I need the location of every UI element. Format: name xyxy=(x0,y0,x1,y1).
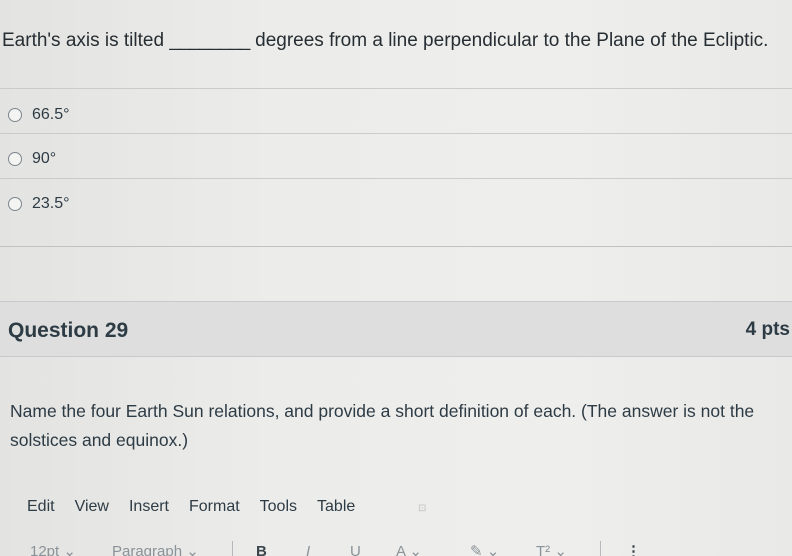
question-text-before: Earth's axis is tilted xyxy=(2,30,165,51)
menu-insert[interactable]: Insert xyxy=(129,498,169,516)
radio-button[interactable] xyxy=(8,197,22,211)
highlight-icon[interactable]: ✎ ⌄ xyxy=(470,542,499,556)
answer-blank: ________ xyxy=(169,30,250,51)
question-28-text: Earth's axis is tilted ________ degrees … xyxy=(2,30,768,52)
fullscreen-icon[interactable]: ⊡ xyxy=(418,503,426,514)
answer-label: 90° xyxy=(32,150,57,167)
toolbar-separator xyxy=(600,541,601,556)
font-size-select[interactable]: 12pt ⌄ xyxy=(30,542,76,556)
menu-table[interactable]: Table xyxy=(317,498,355,516)
bold-button[interactable]: B xyxy=(256,543,267,556)
answer-option-1[interactable]: 66.5° xyxy=(8,106,70,124)
answer-label: 23.5° xyxy=(32,195,70,212)
divider xyxy=(0,178,792,179)
answer-option-2[interactable]: 90° xyxy=(8,150,56,168)
menu-tools[interactable]: Tools xyxy=(260,498,297,516)
question-divider xyxy=(0,246,792,247)
quiz-page: Earth's axis is tilted ________ degrees … xyxy=(0,0,792,556)
question-text-after: degrees from a line perpendicular to the… xyxy=(255,30,769,51)
editor-menubar: Edit View Insert Format Tools Table xyxy=(27,498,375,516)
menu-edit[interactable]: Edit xyxy=(27,498,55,516)
radio-button[interactable] xyxy=(8,152,22,166)
question-points: 4 pts xyxy=(745,319,790,340)
block-format-select[interactable]: Paragraph ⌄ xyxy=(112,542,199,556)
divider xyxy=(0,88,792,89)
more-options-icon[interactable]: ⋮ xyxy=(626,542,641,556)
underline-button[interactable]: U xyxy=(350,543,361,556)
radio-button[interactable] xyxy=(8,108,22,122)
text-color-button[interactable]: A ⌄ xyxy=(396,542,422,556)
superscript-button[interactable]: T² ⌄ xyxy=(536,542,567,556)
answer-label: 66.5° xyxy=(32,106,70,123)
toolbar-separator xyxy=(232,541,233,556)
answer-option-3[interactable]: 23.5° xyxy=(8,195,70,213)
question-title: Question 29 xyxy=(8,319,129,342)
question-29-body: Name the four Earth Sun relations, and p… xyxy=(10,401,755,450)
divider xyxy=(0,133,792,134)
menu-view[interactable]: View xyxy=(75,498,109,516)
italic-button[interactable]: I xyxy=(306,543,310,556)
question-29-header: Question 29 4 pts xyxy=(0,301,792,357)
menu-format[interactable]: Format xyxy=(189,498,240,516)
